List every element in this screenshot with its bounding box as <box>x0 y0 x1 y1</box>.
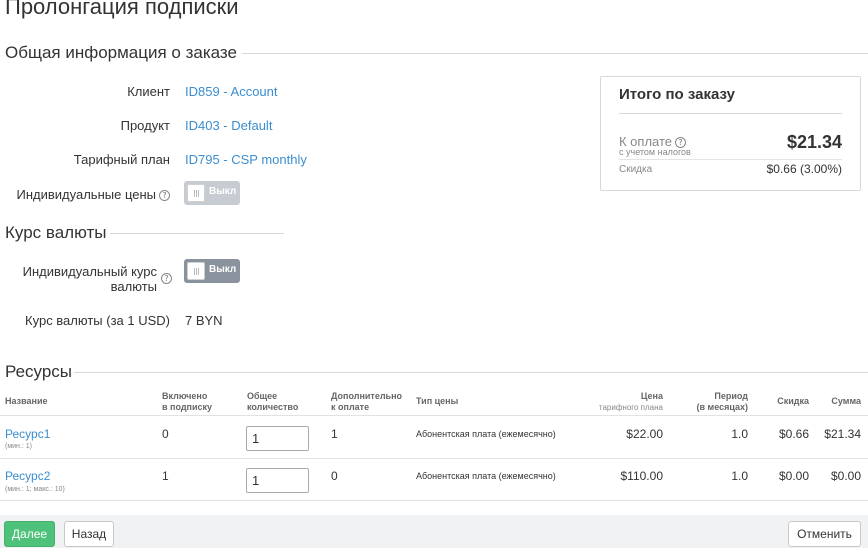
individual-prices-label: Индивидуальные цены? <box>0 187 170 202</box>
section-divider <box>74 372 868 373</box>
table-row-divider <box>0 500 868 501</box>
table-row-divider <box>0 415 868 416</box>
column-header-total: Общее количество <box>247 391 298 413</box>
footer-bar <box>0 515 868 548</box>
toggle-knob-icon <box>187 262 205 280</box>
column-header-price-sub: тарифного плана <box>598 403 663 412</box>
column-header-additional: Дополнительно к оплате <box>331 391 402 413</box>
section-title-resources: Ресурсы <box>5 362 73 381</box>
column-header-name: Название <box>5 396 48 406</box>
individual-rate-label: Индивидуальный курс валюты <box>22 264 157 294</box>
price-value: $22.00 <box>626 427 663 441</box>
column-header-total-line1: Общее <box>247 391 278 401</box>
toggle-state-text: Выкл <box>209 186 237 197</box>
resource-limits: (мин.: 1; макс.: 10) <box>5 486 65 493</box>
back-button[interactable]: Назад <box>64 521 114 547</box>
column-header-included-line1: Включено <box>162 391 208 401</box>
period-value: 1.0 <box>731 469 748 483</box>
individual-rate-toggle[interactable]: Выкл <box>184 259 240 283</box>
question-circle-icon[interactable]: ? <box>159 190 170 201</box>
discount-value: $0.00 <box>778 469 809 483</box>
individual-prices-toggle[interactable]: Выкл <box>184 181 240 205</box>
quantity-input[interactable] <box>246 426 309 451</box>
toggle-knob-icon <box>187 184 205 202</box>
summary-divider <box>619 159 842 160</box>
column-header-price-type: Тип цены <box>416 396 459 406</box>
summary-divider <box>619 113 842 114</box>
column-header-additional-line1: Дополнительно <box>331 391 403 401</box>
column-header-discount: Скидка <box>777 396 809 406</box>
included-value: 0 <box>162 427 169 441</box>
column-header-period-line2: (в месяцах) <box>696 402 748 412</box>
summary-title: Итого по заказу <box>619 86 735 103</box>
client-link[interactable]: ID859 - Account <box>185 84 278 99</box>
section-divider <box>110 233 284 234</box>
toggle-state-text: Выкл <box>209 264 237 275</box>
section-title-currency: Курс валюты <box>5 223 107 242</box>
product-link[interactable]: ID403 - Default <box>185 118 272 133</box>
column-header-price-text: Цена <box>640 391 663 401</box>
additional-value: 0 <box>331 469 338 483</box>
column-header-price: Цена тарифного плана <box>563 391 663 413</box>
order-summary-panel: Итого по заказу К оплате? с учетом налог… <box>600 76 861 191</box>
sum-value: $0.00 <box>830 469 861 483</box>
column-header-additional-line2: к оплате <box>331 402 370 412</box>
question-circle-icon[interactable]: ? <box>161 273 172 284</box>
price-type-value: Абонентская плата (ежемесячно) <box>416 471 556 481</box>
resource-limits: (мин.: 1) <box>5 443 32 450</box>
rate-label: Курс валюты (за 1 USD) <box>25 313 170 328</box>
period-value: 1.0 <box>731 427 748 441</box>
next-button[interactable]: Далее <box>4 521 55 547</box>
column-header-included-line2: в подписку <box>162 402 213 412</box>
section-divider <box>242 53 868 54</box>
included-value: 1 <box>162 469 169 483</box>
client-label: Клиент <box>127 84 170 99</box>
rate-value: 7 BYN <box>185 313 223 328</box>
sum-value: $21.34 <box>824 427 861 441</box>
resource-name-link[interactable]: Ресурс2 <box>5 469 50 483</box>
quantity-input[interactable] <box>246 468 309 493</box>
price-value: $110.00 <box>620 469 664 483</box>
table-row-divider <box>0 458 868 459</box>
individual-prices-label-text: Индивидуальные цены <box>16 187 156 202</box>
page-title: Пролонгация подписки <box>5 0 239 19</box>
discount-value: $0.66 <box>778 427 809 441</box>
additional-value: 1 <box>331 427 338 441</box>
summary-discount-value: $0.66 (3.00%) <box>766 162 842 176</box>
section-title-general: Общая информация о заказе <box>5 43 237 62</box>
summary-discount-label: Скидка <box>619 164 653 175</box>
column-header-period-line1: Период <box>714 391 748 401</box>
column-header-included: Включено в подписку <box>162 391 212 413</box>
column-header-total-line2: количество <box>247 402 299 412</box>
plan-label: Тарифный план <box>73 152 170 167</box>
summary-pay-sublabel: с учетом налогов <box>619 147 691 157</box>
product-label: Продукт <box>120 118 170 133</box>
resource-name-link[interactable]: Ресурс1 <box>5 427 50 441</box>
column-header-period: Период (в месяцах) <box>668 391 748 413</box>
summary-total-amount: $21.34 <box>786 132 842 152</box>
price-type-value: Абонентская плата (ежемесячно) <box>416 429 556 439</box>
plan-link[interactable]: ID795 - CSP monthly <box>185 152 307 167</box>
cancel-button[interactable]: Отменить <box>788 521 861 547</box>
column-header-sum: Сумма <box>831 396 861 406</box>
